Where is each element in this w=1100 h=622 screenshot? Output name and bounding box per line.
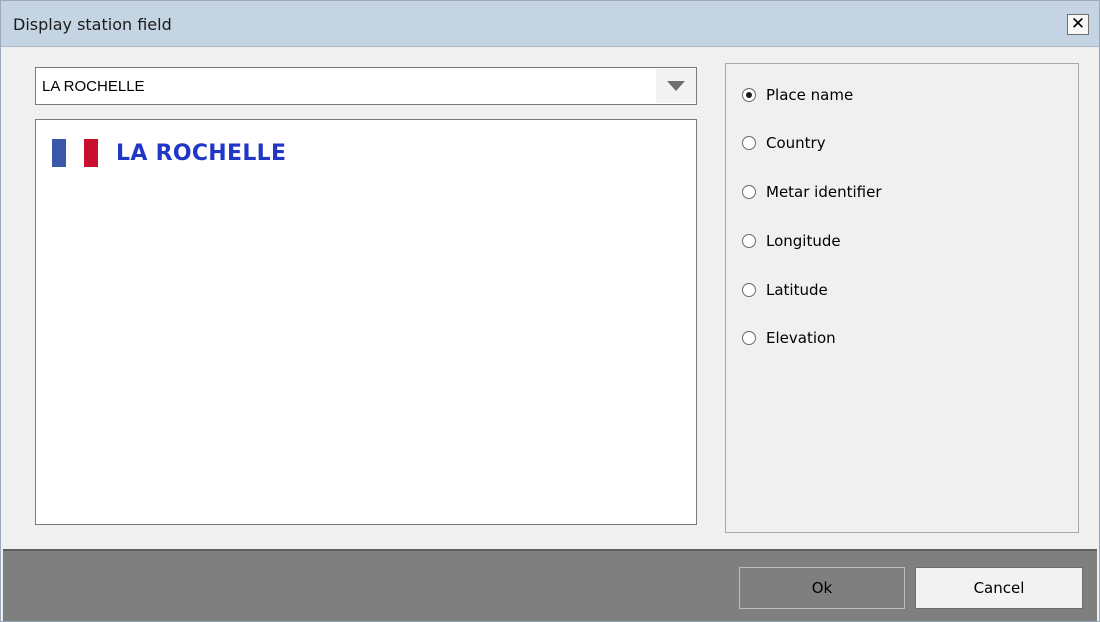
station-combobox-value: LA ROCHELLE — [42, 78, 145, 95]
station-combobox[interactable]: LA ROCHELLE — [35, 67, 697, 105]
option-label: Elevation — [766, 329, 836, 347]
field-options-group: Place name Country Metar identifier Long… — [725, 63, 1079, 533]
station-panel: LA ROCHELLE LA ROCHELLE — [23, 59, 705, 541]
button-bar: Ok Cancel — [3, 549, 1097, 621]
radio-button[interactable] — [742, 136, 756, 150]
radio-button[interactable] — [742, 283, 756, 297]
france-flag-icon — [52, 139, 98, 167]
chevron-down-icon — [667, 81, 685, 91]
close-icon: ✕ — [1070, 14, 1086, 34]
station-name: LA ROCHELLE — [116, 140, 287, 166]
station-list[interactable]: LA ROCHELLE — [35, 119, 697, 525]
title-bar: Display station field ✕ — [1, 1, 1099, 47]
option-label: Longitude — [766, 232, 841, 250]
ok-button[interactable]: Ok — [739, 567, 905, 609]
option-longitude[interactable]: Longitude — [742, 230, 841, 252]
window-title: Display station field — [13, 15, 172, 34]
dropdown-button[interactable] — [656, 69, 696, 103]
option-label: Place name — [766, 86, 854, 104]
radio-button[interactable] — [742, 331, 756, 345]
option-label: Latitude — [766, 281, 828, 299]
option-place-name[interactable]: Place name — [742, 84, 853, 106]
dialog-window: Display station field ✕ LA ROCHELLE LA R… — [0, 0, 1100, 622]
option-label: Country — [766, 134, 826, 152]
option-label: Metar identifier — [766, 183, 882, 201]
option-country[interactable]: Country — [742, 132, 826, 154]
option-elevation[interactable]: Elevation — [742, 327, 836, 349]
radio-button-checked[interactable] — [742, 88, 756, 102]
radio-button[interactable] — [742, 185, 756, 199]
option-latitude[interactable]: Latitude — [742, 279, 828, 301]
option-metar-identifier[interactable]: Metar identifier — [742, 181, 882, 203]
list-item[interactable]: LA ROCHELLE — [52, 138, 286, 168]
radio-button[interactable] — [742, 234, 756, 248]
cancel-button[interactable]: Cancel — [915, 567, 1083, 609]
close-button[interactable]: ✕ — [1067, 14, 1089, 35]
